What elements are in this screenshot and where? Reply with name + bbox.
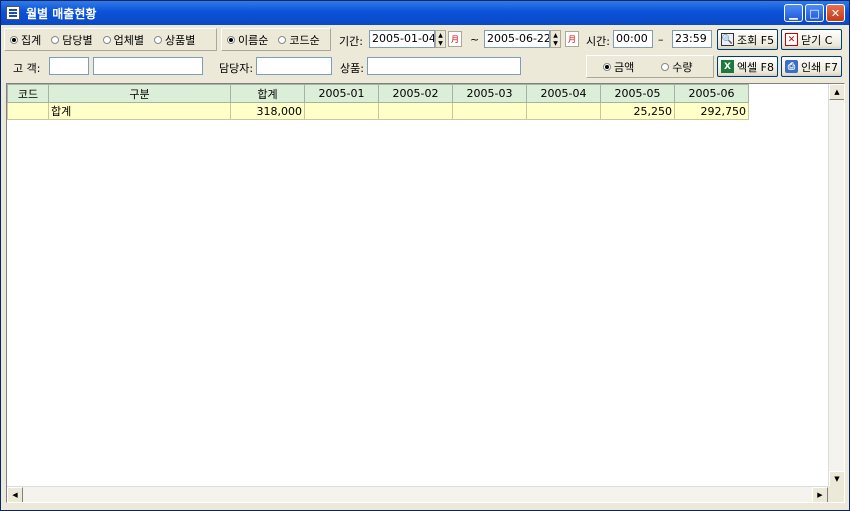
window-title: 월별 매출현황	[26, 6, 97, 21]
column-header-month[interactable]: 2005-02	[378, 84, 453, 103]
scroll-right-icon[interactable]: ▶	[812, 487, 828, 502]
close-icon: ✕	[830, 6, 841, 20]
scroll-down-icon[interactable]: ▼	[829, 471, 844, 487]
excel-icon: X	[721, 60, 734, 73]
radio-dot	[227, 35, 235, 44]
up-arrow-icon: ▲	[553, 31, 558, 39]
column-header-month[interactable]: 2005-06	[674, 84, 749, 103]
calendar-icon[interactable]: 月	[565, 31, 579, 47]
scroll-up-icon[interactable]: ▲	[829, 84, 844, 100]
main-window: 월별 매출현황 ▁ □ ✕ 집계 담당별 업체별 상품별 이름순 코드순 기간:…	[0, 0, 850, 511]
radio-group-company[interactable]: 업체별	[102, 32, 144, 48]
time-to-input[interactable]: 23:59	[672, 30, 712, 48]
table-cell[interactable]	[304, 102, 379, 120]
period-label: 기간:	[339, 35, 363, 48]
radio-measure-amount[interactable]: 금액	[603, 59, 634, 75]
table-cell[interactable]	[7, 102, 49, 120]
search-button[interactable]: 🔍 조회 F5	[717, 29, 778, 50]
minimize-icon: ▁	[789, 6, 798, 20]
excel-button[interactable]: X 엑셀 F8	[717, 56, 778, 77]
table-cell[interactable]: 25,250	[600, 102, 675, 120]
period-to-spinner[interactable]: ▲ ▼	[550, 30, 561, 48]
calendar-icon[interactable]: 月	[448, 31, 462, 47]
maximize-icon: □	[809, 6, 820, 20]
table-cell[interactable]: 합계	[48, 102, 231, 120]
period-to-input[interactable]: 2005-06-22	[484, 30, 550, 48]
vertical-scrollbar[interactable]: ▲ ▼	[828, 84, 844, 487]
up-arrow-icon: ▲	[438, 31, 443, 39]
sort-radio-group: 이름순 코드순	[221, 28, 331, 51]
horizontal-scrollbar[interactable]: ◀ ▶	[7, 486, 828, 502]
table-row[interactable]: 합계 318,000 25,250 292,750	[7, 102, 749, 120]
radio-dot	[603, 62, 611, 71]
group-mode-radio-group: 집계 담당별 업체별 상품별	[4, 28, 217, 51]
product-input[interactable]	[367, 57, 521, 75]
measure-radio-group: 금액 수량	[586, 55, 714, 78]
column-header-code[interactable]: 코드	[7, 84, 49, 103]
search-icon: 🔍	[721, 33, 734, 46]
time-separator: –	[658, 33, 664, 46]
close-x-icon: ✕	[785, 33, 798, 46]
down-arrow-icon: ▼	[438, 39, 443, 47]
radio-dot	[51, 35, 60, 44]
title-bar[interactable]: 월별 매출현황 ▁ □ ✕	[1, 1, 849, 25]
radio-dot	[278, 35, 287, 44]
radio-group-manager[interactable]: 담당별	[51, 32, 93, 48]
column-header-month[interactable]: 2005-05	[600, 84, 675, 103]
column-header-month[interactable]: 2005-01	[304, 84, 379, 103]
down-arrow-icon: ▼	[553, 39, 558, 47]
radio-group-total[interactable]: 집계	[10, 32, 41, 48]
table-cell[interactable]: 318,000	[230, 102, 305, 120]
radio-sort-code[interactable]: 코드순	[278, 32, 320, 48]
column-header-month[interactable]: 2005-04	[526, 84, 601, 103]
maximize-button[interactable]: □	[805, 4, 824, 22]
time-label: 시간:	[586, 35, 610, 48]
minimize-button[interactable]: ▁	[784, 4, 803, 22]
printer-icon: ⎙	[785, 60, 798, 73]
manager-input[interactable]	[256, 57, 332, 75]
data-grid[interactable]: 코드 구분 합계 2005-01 2005-02 2005-03 2005-04…	[6, 83, 845, 503]
table-cell[interactable]	[378, 102, 453, 120]
column-header-category[interactable]: 구분	[48, 84, 231, 103]
customer-label: 고 객:	[13, 62, 41, 75]
close-button[interactable]: ✕ 닫기 C	[781, 29, 842, 50]
period-separator: ~	[470, 33, 480, 46]
print-button[interactable]: ⎙ 인쇄 F7	[781, 56, 842, 77]
table-header-row: 코드 구분 합계 2005-01 2005-02 2005-03 2005-04…	[7, 84, 749, 103]
period-from-spinner[interactable]: ▲ ▼	[435, 30, 446, 48]
close-window-button[interactable]: ✕	[826, 4, 845, 22]
radio-dot	[661, 62, 670, 71]
radio-dot	[102, 35, 111, 44]
manager-label: 담당자:	[219, 62, 254, 75]
table-cell[interactable]	[452, 102, 527, 120]
toolbar-row-1: 집계 담당별 업체별 상품별 이름순 코드순 기간: 2005-01-04 ▲ ▼…	[4, 28, 847, 53]
table-cell[interactable]: 292,750	[674, 102, 749, 120]
time-from-input[interactable]: 00:00	[613, 30, 653, 48]
column-header-month[interactable]: 2005-03	[452, 84, 527, 103]
radio-dot	[10, 35, 18, 44]
customer-name-input[interactable]	[93, 57, 203, 75]
scroll-left-icon[interactable]: ◀	[7, 487, 23, 502]
radio-dot	[154, 35, 162, 44]
sales-table: 코드 구분 합계 2005-01 2005-02 2005-03 2005-04…	[7, 84, 749, 120]
toolbar-row-2: 고 객: 담당자: 상품: 금액 수량 X 엑셀 F8 ⎙ 인쇄 F7	[4, 55, 847, 80]
scrollbar-corner	[828, 486, 844, 502]
radio-group-product[interactable]: 상품별	[154, 32, 195, 48]
column-header-total[interactable]: 합계	[230, 84, 305, 103]
radio-sort-name[interactable]: 이름순	[227, 32, 268, 48]
table-cell[interactable]	[526, 102, 601, 120]
product-label: 상품:	[340, 62, 364, 75]
app-icon	[6, 6, 20, 20]
customer-code-input[interactable]	[49, 57, 89, 75]
period-from-input[interactable]: 2005-01-04	[369, 30, 435, 48]
radio-measure-quantity[interactable]: 수량	[661, 59, 693, 75]
